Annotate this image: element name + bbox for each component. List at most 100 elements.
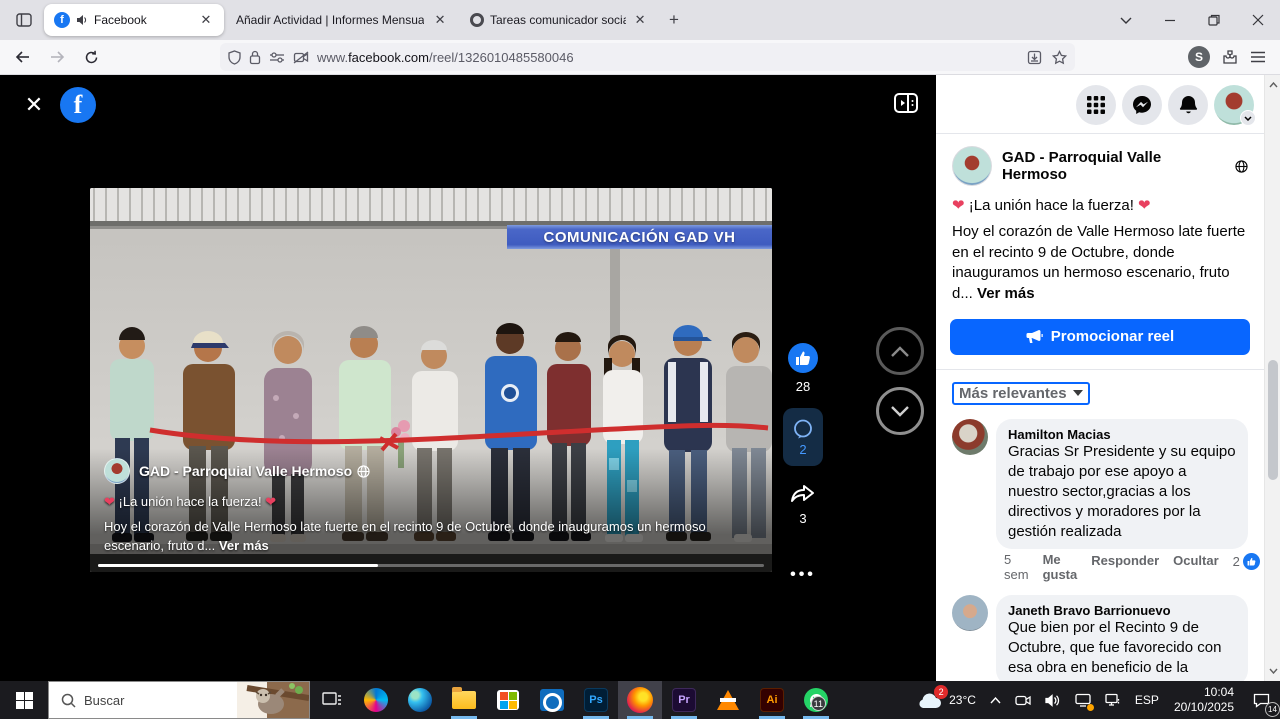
page-avatar[interactable]: [952, 146, 992, 186]
whatsapp-button[interactable]: 11: [794, 681, 838, 719]
vlc-button[interactable]: [706, 681, 750, 719]
new-tab-button[interactable]: +: [660, 6, 688, 34]
firefox-button[interactable]: [618, 681, 662, 719]
scroll-down-icon[interactable]: [1265, 663, 1280, 679]
illustrator-button[interactable]: Ai: [750, 681, 794, 719]
edge-icon: [408, 688, 432, 712]
messenger-button[interactable]: [1122, 85, 1162, 125]
photoshop-button[interactable]: Ps: [574, 681, 618, 719]
reel-navigation: [876, 327, 924, 435]
weather-widget[interactable]: 2 23°C: [909, 681, 983, 719]
like-button[interactable]: [788, 343, 818, 373]
extension-s-icon[interactable]: S: [1188, 46, 1210, 68]
comment-hide-link[interactable]: Ocultar: [1173, 553, 1219, 568]
heart-icon: ❤: [1138, 197, 1151, 214]
next-reel-button[interactable]: [876, 387, 924, 435]
comment-time: 5 sem: [1004, 553, 1029, 583]
page-name[interactable]: GAD - Parroquial Valle Hermoso: [139, 463, 370, 479]
save-to-pocket-icon[interactable]: [1027, 50, 1042, 65]
firefox-view-icon[interactable]: [8, 6, 40, 34]
tab-informes[interactable]: Añadir Actividad | Informes Mensua ✕: [226, 4, 458, 36]
window-minimize-button[interactable]: [1148, 0, 1192, 40]
language-indicator[interactable]: ESP: [1128, 681, 1166, 719]
promote-reel-button[interactable]: Promocionar reel: [950, 319, 1250, 355]
edge-button[interactable]: [398, 681, 442, 719]
url-bar[interactable]: www.facebook.com/reel/1326010485580046: [220, 43, 1075, 71]
see-more-link[interactable]: Ver más: [977, 285, 1035, 302]
lock-icon[interactable]: [249, 50, 261, 65]
file-explorer-button[interactable]: [442, 681, 486, 719]
task-view-button[interactable]: [310, 681, 354, 719]
camera-blocked-icon[interactable]: [293, 51, 309, 64]
bookmark-star-icon[interactable]: [1052, 50, 1067, 65]
extensions-puzzle-icon[interactable]: [1222, 49, 1238, 65]
tab-title: Facebook: [94, 13, 147, 27]
tab-close-icon[interactable]: ✕: [430, 10, 450, 30]
messenger-icon: [1132, 95, 1152, 115]
previous-reel-button[interactable]: [876, 327, 924, 375]
see-more-link[interactable]: Ver más: [219, 538, 269, 553]
reload-button[interactable]: [76, 43, 106, 71]
comment-reactions[interactable]: 2: [1233, 553, 1260, 570]
commenter-avatar[interactable]: [952, 419, 988, 455]
window-restore-button[interactable]: [1192, 0, 1236, 40]
comment-like-link[interactable]: Me gusta: [1043, 553, 1078, 583]
apps-menu-button[interactable]: [1076, 85, 1116, 125]
comment-author[interactable]: Janeth Bravo Barrionuevo: [1008, 603, 1236, 618]
meet-now-button[interactable]: [1008, 681, 1038, 719]
tab-close-icon[interactable]: ✕: [632, 10, 648, 30]
facebook-logo[interactable]: f: [60, 87, 96, 123]
notification-center-button[interactable]: 14: [1242, 681, 1280, 719]
comment-author[interactable]: Hamilton Macias: [1008, 427, 1236, 442]
permissions-icon[interactable]: [269, 51, 285, 63]
shield-icon[interactable]: [228, 50, 241, 65]
display-settings-button[interactable]: [1068, 681, 1098, 719]
page-avatar[interactable]: [104, 458, 130, 484]
start-button[interactable]: [0, 681, 48, 719]
window-close-button[interactable]: [1236, 0, 1280, 40]
taskbar-search-box[interactable]: Buscar: [48, 681, 310, 719]
forward-button[interactable]: [42, 43, 72, 71]
facebook-header-icons: [936, 75, 1264, 133]
premiere-button[interactable]: Pr: [662, 681, 706, 719]
tab-audio-icon[interactable]: [76, 14, 88, 26]
volume-button[interactable]: [1038, 681, 1068, 719]
reel-video[interactable]: COMUNICACIÓN GAD VH GAD - Parroquial Val…: [90, 188, 772, 572]
back-button[interactable]: [8, 43, 38, 71]
premiere-icon: Pr: [672, 688, 696, 712]
close-reel-icon[interactable]: ✕: [20, 91, 48, 119]
scrollbar-thumb[interactable]: [1268, 360, 1278, 480]
comments-button[interactable]: 2: [783, 408, 823, 466]
list-all-tabs-icon[interactable]: [1104, 0, 1148, 40]
whatsapp-icon: 11: [804, 688, 828, 712]
clock[interactable]: 10:04 20/10/2025: [1166, 685, 1242, 715]
heart-icon: ❤: [952, 197, 965, 214]
page-name-link[interactable]: GAD - Parroquial Valle Hermoso: [1002, 149, 1248, 183]
comment-sort-dropdown[interactable]: Más relevantes: [952, 382, 1090, 405]
commenter-avatar[interactable]: [952, 595, 988, 631]
url-text[interactable]: www.facebook.com/reel/1326010485580046: [317, 50, 1019, 65]
video-progress-track[interactable]: [98, 564, 764, 567]
tab-facebook[interactable]: f Facebook ✕: [44, 4, 224, 36]
reaction-count: 2: [1233, 554, 1240, 569]
scroll-up-icon[interactable]: [1265, 77, 1280, 93]
tab-close-icon[interactable]: ✕: [196, 10, 216, 30]
network-button[interactable]: [1098, 681, 1128, 719]
outlook-button[interactable]: [530, 681, 574, 719]
hidden-icons-button[interactable]: [983, 681, 1008, 719]
collapse-sidebar-icon[interactable]: [894, 93, 918, 113]
page-scrollbar[interactable]: [1264, 75, 1280, 681]
notification-count-badge: 14: [1265, 702, 1280, 717]
task-view-icon: [322, 692, 342, 708]
notifications-button[interactable]: [1168, 85, 1208, 125]
reel-viewer: ✕ f: [0, 75, 936, 681]
language-label: ESP: [1135, 693, 1159, 707]
microsoft-store-button[interactable]: [486, 681, 530, 719]
tab-tareas[interactable]: Tareas comunicador social GAD ✕: [460, 4, 656, 36]
comment-reply-link[interactable]: Responder: [1091, 553, 1159, 568]
more-options-icon[interactable]: •••: [790, 566, 816, 584]
menu-hamburger-icon[interactable]: [1250, 51, 1266, 63]
copilot-button[interactable]: [354, 681, 398, 719]
account-avatar-button[interactable]: [1214, 85, 1254, 125]
share-button[interactable]: [790, 482, 816, 506]
